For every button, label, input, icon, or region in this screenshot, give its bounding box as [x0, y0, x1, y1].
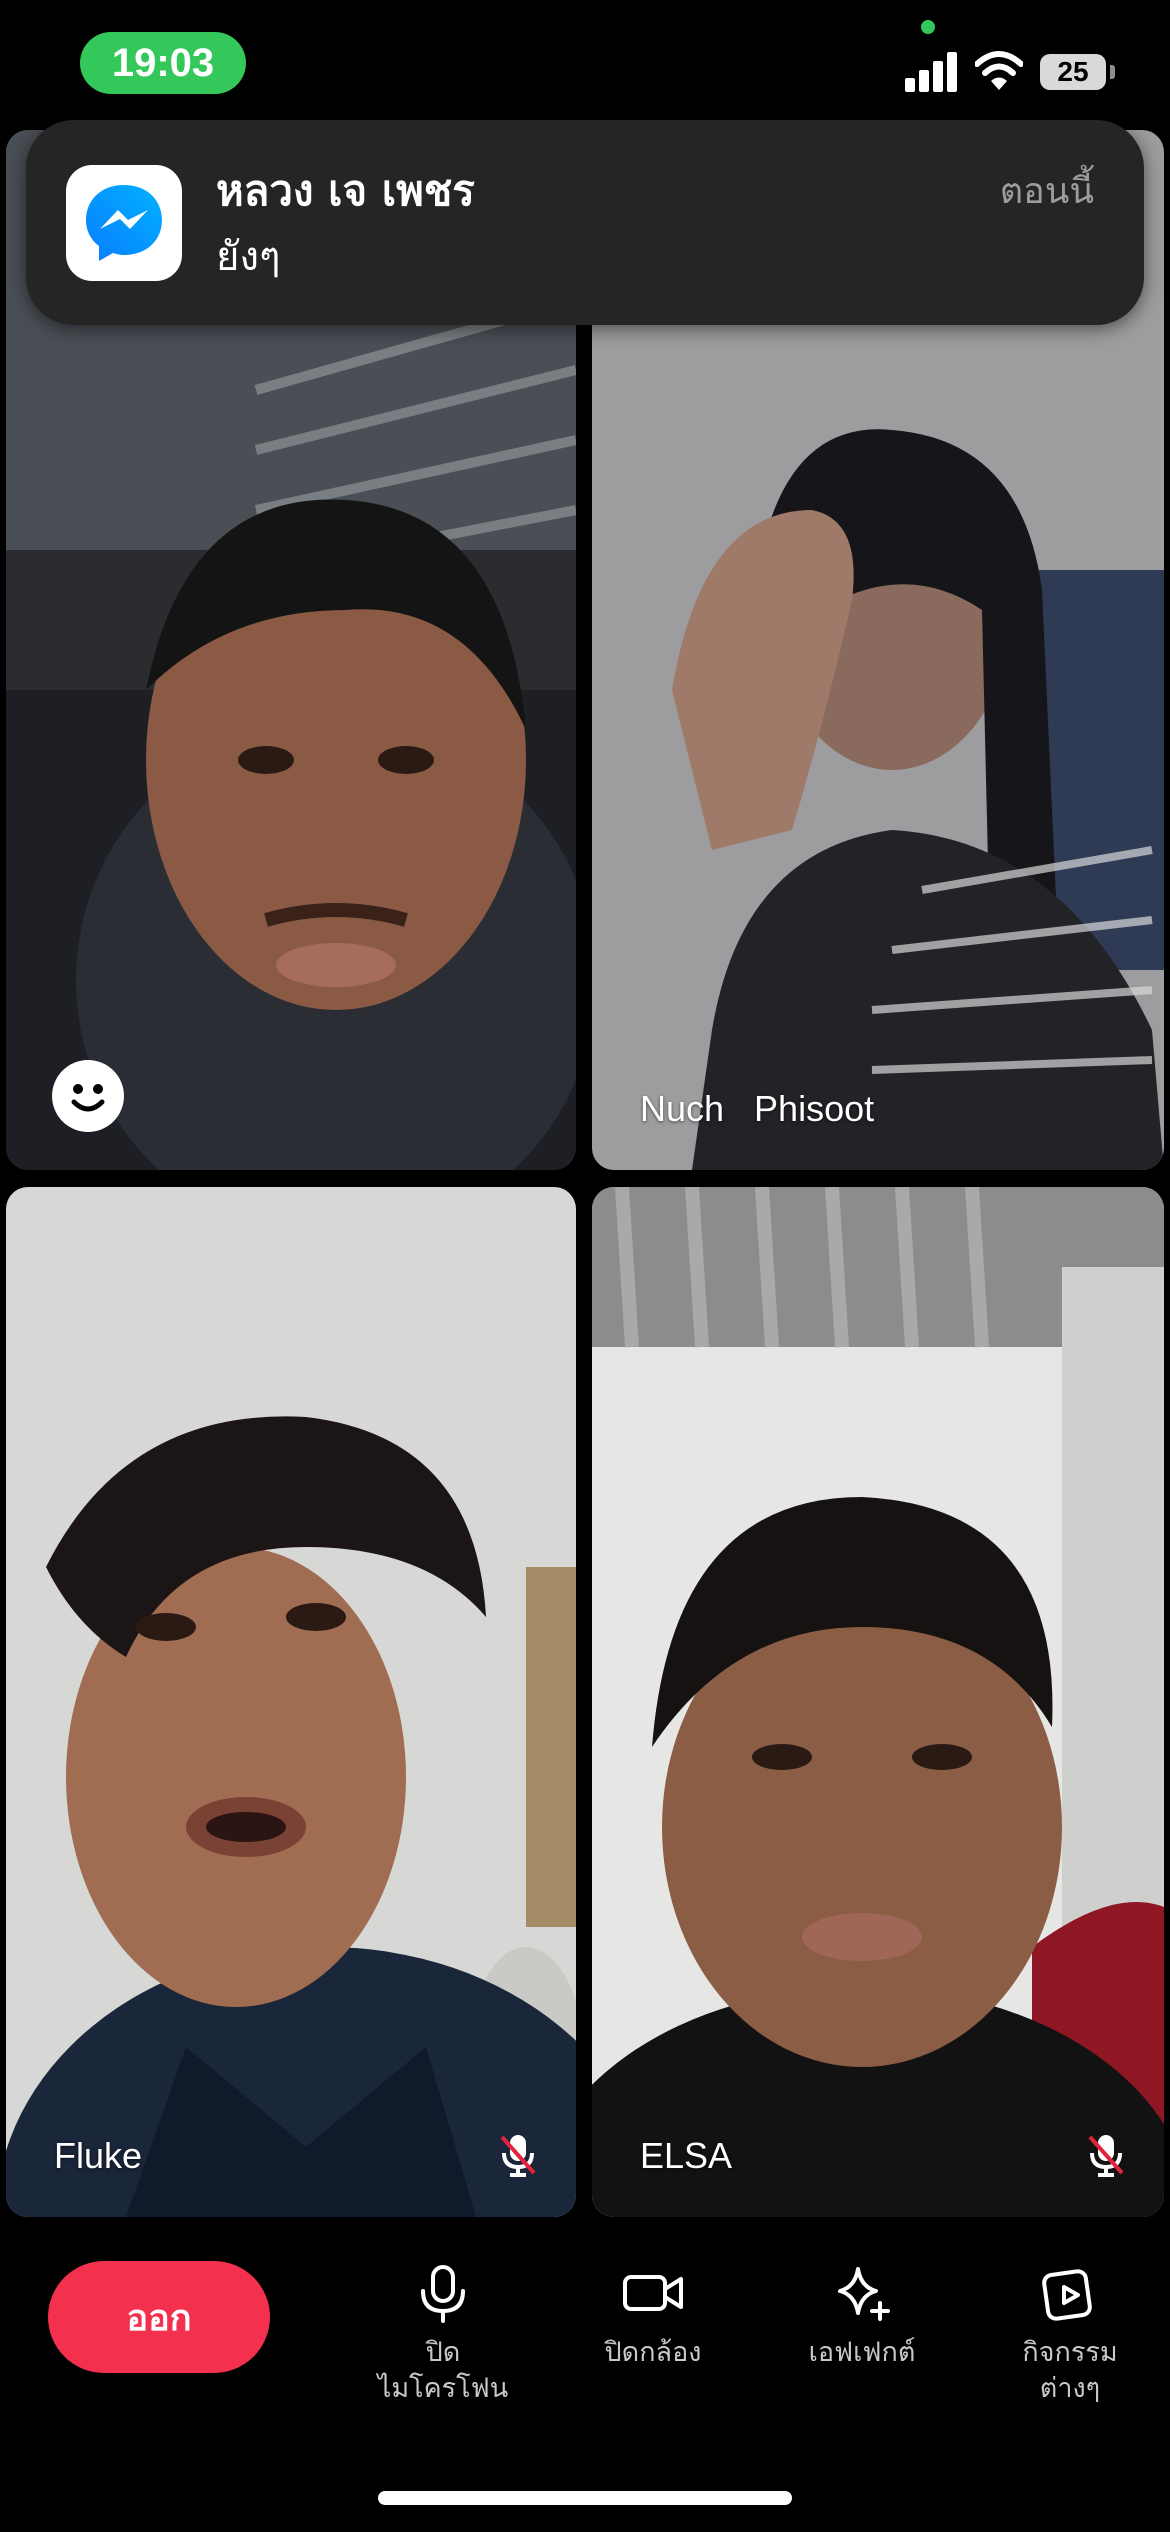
battery-icon: 25 — [1040, 54, 1115, 90]
mute-mic-button[interactable]: ปิด ไมโครโฟน — [343, 2261, 543, 2407]
leave-call-button[interactable]: ออก — [48, 2261, 270, 2373]
video-call-screen: Nuch Phisoot Fluke ELSA 19:03 25 หลวง เจ… — [0, 0, 1170, 2532]
mute-mic-label: ปิด ไมโครโฟน — [377, 2337, 509, 2404]
activities-button[interactable]: กิจกรรม ต่างๆ — [970, 2261, 1170, 2407]
video-tile-participant[interactable]: Fluke — [6, 1187, 576, 2217]
mic-muted-icon — [500, 2135, 536, 2177]
smiley-icon — [54, 1062, 122, 1130]
call-controls-bar: ออก ปิด ไมโครโฟน ปิดกล้อง เอฟเฟกต์ กิจกร… — [0, 2225, 1170, 2532]
reaction-button[interactable] — [52, 1060, 124, 1132]
effects-button[interactable]: เอฟเฟกต์ — [762, 2261, 962, 2371]
participant-name: ELSA — [640, 2135, 733, 2176]
participant-name: Nuch Phisoot — [640, 1088, 875, 1129]
notification-time: ตอนนี้ — [999, 171, 1094, 212]
battery-level: 25 — [1057, 56, 1089, 87]
camera-label: ปิดกล้อง — [604, 2337, 702, 2368]
notification-banner[interactable]: หลวง เจ เพชร ยังๆ ตอนนี้ — [26, 120, 1144, 325]
cellular-signal-icon — [905, 50, 957, 92]
participant-name: Fluke — [54, 2135, 143, 2176]
activities-label: กิจกรรม ต่างๆ — [1022, 2337, 1118, 2404]
home-indicator[interactable] — [378, 2491, 792, 2505]
notification-title: หลวง เจ เพชร — [216, 166, 475, 215]
mic-muted-icon — [1088, 2135, 1124, 2177]
video-feed — [592, 1187, 1164, 2217]
camera-in-use-indicator — [921, 20, 935, 34]
status-bar: 19:03 25 — [0, 0, 1170, 130]
notification-message: ยังๆ — [216, 234, 281, 280]
effects-label: เอฟเฟกต์ — [808, 2337, 916, 2368]
messenger-icon — [86, 185, 162, 261]
sparkle-icon — [838, 2267, 890, 2321]
microphone-icon — [421, 2265, 465, 2323]
wifi-icon — [975, 51, 1023, 90]
video-camera-icon — [623, 2275, 683, 2311]
activities-icon — [1042, 2269, 1092, 2321]
turn-off-camera-button[interactable]: ปิดกล้อง — [553, 2261, 753, 2371]
status-time[interactable]: 19:03 — [80, 32, 246, 94]
app-icon — [66, 165, 182, 281]
video-feed — [6, 1187, 576, 2217]
video-tile-participant[interactable]: ELSA — [592, 1187, 1164, 2217]
